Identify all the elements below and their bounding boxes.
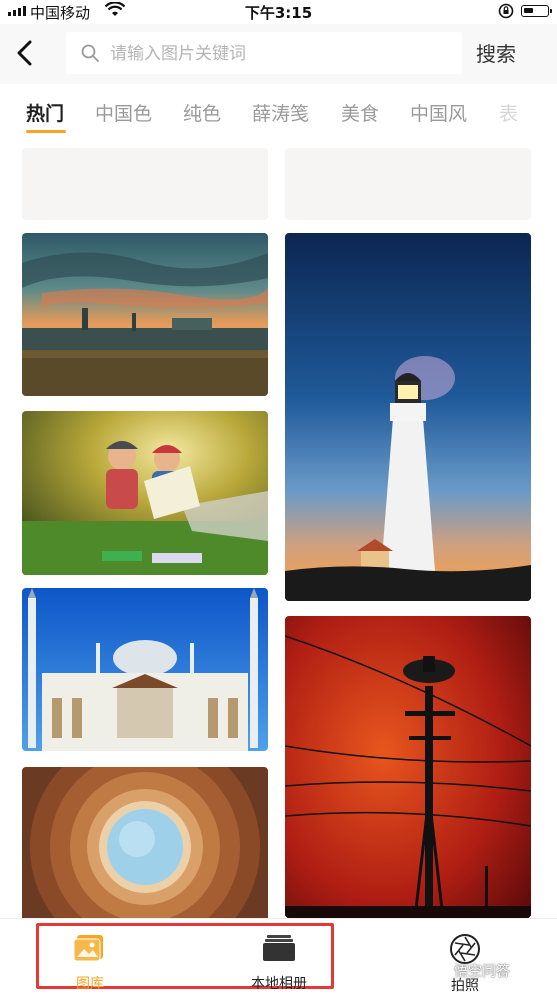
status-bar: 中国移动 下午3:15 bbox=[0, 0, 557, 24]
image-placeholder bbox=[285, 148, 531, 220]
image-sunset-factory[interactable] bbox=[22, 233, 268, 396]
image-placeholder bbox=[22, 148, 268, 220]
back-button[interactable] bbox=[10, 34, 44, 72]
search-header: 搜索 bbox=[0, 24, 557, 84]
status-time: 下午3:15 bbox=[244, 4, 313, 22]
image-lighthouse[interactable] bbox=[285, 233, 531, 601]
active-tab-indicator bbox=[26, 130, 66, 133]
album-icon bbox=[263, 935, 295, 961]
image-grid bbox=[0, 136, 557, 918]
gallery-icon bbox=[73, 935, 103, 962]
tab-food[interactable]: 美食 bbox=[341, 99, 379, 126]
image-children-reading[interactable] bbox=[22, 411, 268, 575]
image-mosque[interactable] bbox=[22, 588, 268, 751]
search-button[interactable]: 搜索 bbox=[476, 38, 516, 67]
category-tabs: 热门 中国色 纯色 薛涛笺 美食 中国风 表 bbox=[0, 84, 557, 136]
nav-local-album[interactable]: 本地相册 bbox=[236, 933, 322, 993]
tab-chinese-colors[interactable]: 中国色 bbox=[95, 99, 152, 126]
image-circular-ceiling[interactable] bbox=[22, 767, 268, 918]
tab-solid-colors[interactable]: 纯色 bbox=[183, 99, 221, 126]
watermark: 悟空问答 bbox=[454, 964, 510, 980]
nav-gallery-label: 图库 bbox=[76, 976, 104, 992]
search-icon bbox=[81, 44, 99, 62]
tab-xuetao-paper[interactable]: 薛涛笺 bbox=[252, 99, 309, 126]
tab-hot[interactable]: 热门 bbox=[26, 99, 64, 126]
search-input[interactable] bbox=[108, 36, 452, 72]
rotation-lock-icon bbox=[498, 3, 514, 19]
image-power-pole[interactable] bbox=[285, 616, 531, 918]
nav-gallery[interactable]: 图库 bbox=[60, 933, 120, 993]
search-box[interactable] bbox=[66, 32, 462, 74]
bottom-nav: 图库 本地相册 拍照 悟空问答 bbox=[0, 918, 557, 994]
nav-local-album-label: 本地相册 bbox=[251, 976, 307, 992]
tab-partial[interactable]: 表 bbox=[499, 99, 518, 126]
tab-chinese-style[interactable]: 中国风 bbox=[410, 99, 467, 126]
battery-icon bbox=[521, 5, 552, 17]
